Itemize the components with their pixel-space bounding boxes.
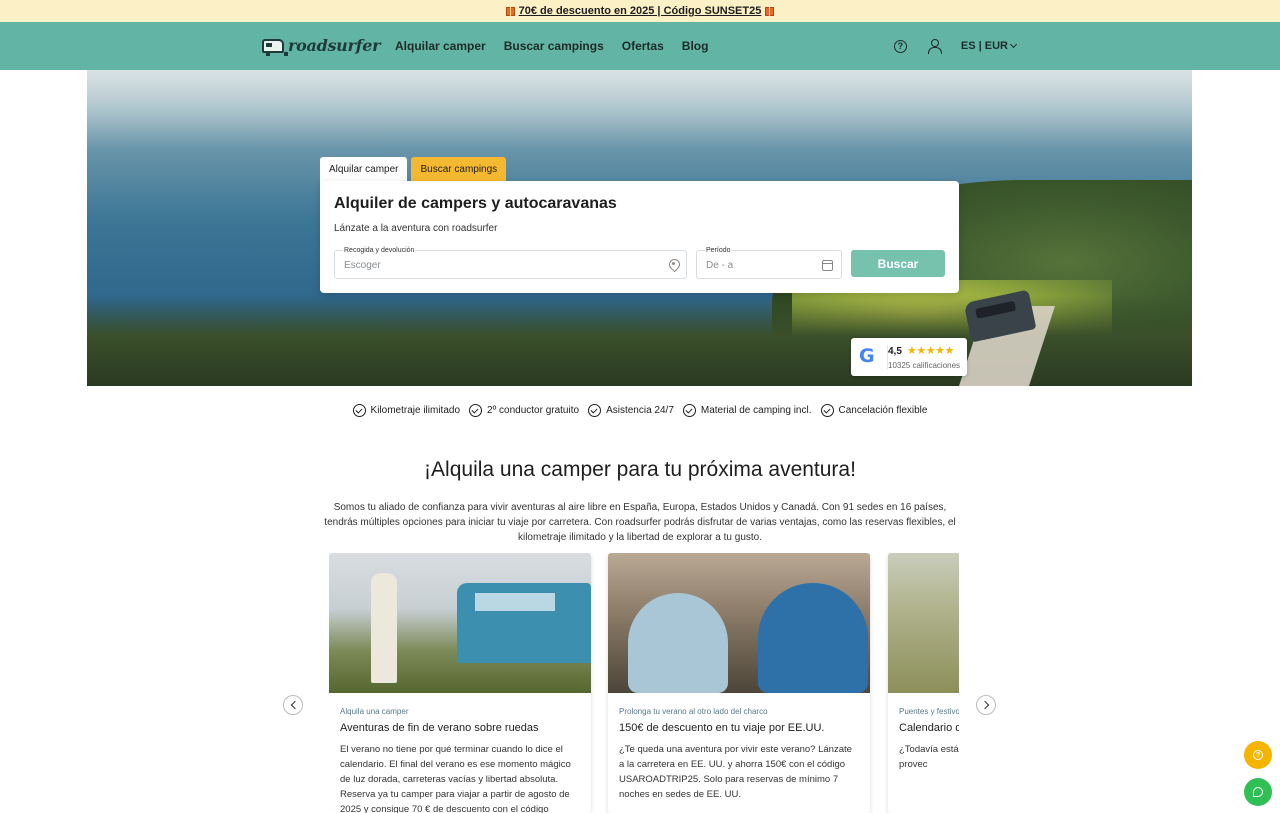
- tab-buscar-campings[interactable]: Buscar campings: [411, 157, 507, 181]
- offer-card[interactable]: Puentes y festivo Calendario de ¿Todavía…: [888, 553, 959, 813]
- pickup-label: Recogida y devolución: [343, 247, 416, 254]
- carousel-next-button[interactable]: [976, 695, 996, 715]
- search-subtitle: Lánzate a la aventura con roadsurfer: [334, 223, 498, 234]
- card-title: Calendario de: [899, 722, 959, 734]
- card-text: ¿Todavía estás ayuda de nuest España en …: [899, 744, 959, 770]
- check-circle-icon: [469, 404, 483, 417]
- help-chat-button[interactable]: ?: [1244, 741, 1272, 769]
- promo-bar: 70€ de descuento en 2025 | Código SUNSET…: [0, 0, 1280, 22]
- question-icon: ?: [1253, 750, 1263, 760]
- offer-card[interactable]: Prolonga tu verano al otro lado del char…: [608, 553, 870, 813]
- pickup-field[interactable]: Recogida y devolución Escoger: [334, 247, 687, 279]
- calendar-icon: [822, 260, 833, 271]
- promo-link[interactable]: 70€ de descuento en 2025 | Código SUNSET…: [519, 5, 762, 17]
- rating-stars: ★★★★★: [907, 345, 954, 357]
- whatsapp-icon: [1253, 787, 1263, 797]
- carousel-prev-button[interactable]: [283, 695, 303, 715]
- logo-wordmark: roadsurfer: [288, 36, 381, 55]
- pickup-placeholder: Escoger: [344, 260, 381, 271]
- chevron-down-icon: [1009, 40, 1018, 49]
- usp-item: Kilometraje ilimitado: [352, 404, 460, 417]
- main-nav: Alquilar camper Buscar campings Ofertas …: [395, 22, 708, 70]
- rating-score: 4,5: [888, 346, 902, 357]
- card-text: ¿Te queda una aventura por vivir este ve…: [619, 744, 852, 800]
- gift-icon: [765, 6, 775, 16]
- section-description: Somos tu aliado de confianza para vivir …: [324, 502, 956, 543]
- search-title: Alquiler de campers y autocaravanas: [334, 195, 617, 212]
- usp-item: Asistencia 24/7: [588, 404, 674, 417]
- card-title: Aventuras de fin de verano sobre ruedas: [340, 722, 539, 734]
- help-icon[interactable]: ?: [893, 39, 907, 53]
- language-currency-selector[interactable]: ES | EUR: [960, 40, 1018, 52]
- gift-icon: [505, 6, 515, 16]
- google-icon: G: [859, 345, 888, 369]
- check-circle-icon: [682, 404, 696, 417]
- card-image: [608, 553, 870, 693]
- card-text: El verano no tiene por qué terminar cuan…: [340, 744, 571, 813]
- period-label: Período: [705, 247, 732, 254]
- logo[interactable]: roadsurfer: [262, 36, 381, 56]
- usp-item: Material de camping incl.: [682, 404, 812, 417]
- offer-card[interactable]: Alquila una camper Aventuras de fin de v…: [329, 553, 591, 813]
- nav-blog[interactable]: Blog: [682, 39, 709, 53]
- tab-alquilar-camper[interactable]: Alquilar camper: [320, 157, 408, 181]
- google-rating-badge[interactable]: G 4,5 ★★★★★ 10325 calificaciones: [851, 338, 967, 376]
- card-image: [888, 553, 959, 693]
- nav-alquilar-camper[interactable]: Alquilar camper: [395, 39, 486, 53]
- search-widget: Alquiler de campers y autocaravanas Lánz…: [320, 181, 959, 293]
- card-tag: Alquila una camper: [340, 707, 409, 716]
- usp-bar: Kilometraje ilimitado 2º conductor gratu…: [0, 404, 1280, 417]
- rating-count: 10325 calificaciones: [888, 361, 961, 370]
- search-tabs: Alquilar camper Buscar campings: [320, 157, 507, 181]
- card-title: 150€ de descuento en tu viaje por EE.UU.: [619, 722, 825, 734]
- usp-item: 2º conductor gratuito: [469, 404, 579, 417]
- camper-van-icon: [262, 38, 288, 56]
- section-title: ¡Alquila una camper para tu próxima aven…: [424, 458, 856, 481]
- location-pin-icon: [669, 259, 678, 270]
- language-currency-label: ES | EUR: [960, 40, 1008, 52]
- card-tag: Puentes y festivo: [899, 707, 959, 716]
- user-icon[interactable]: [927, 39, 942, 54]
- whatsapp-button[interactable]: [1244, 778, 1272, 806]
- usp-item: Cancelación flexible: [820, 404, 927, 417]
- check-circle-icon: [588, 404, 602, 417]
- nav-buscar-campings[interactable]: Buscar campings: [504, 39, 604, 53]
- nav-ofertas[interactable]: Ofertas: [622, 39, 664, 53]
- search-button[interactable]: Buscar: [851, 250, 945, 277]
- card-tag: Prolonga tu verano al otro lado del char…: [619, 707, 768, 716]
- check-circle-icon: [820, 404, 834, 417]
- period-placeholder: De - a: [706, 260, 734, 271]
- period-field[interactable]: Período De - a: [696, 247, 842, 279]
- site-header: roadsurfer Alquilar camper Buscar campin…: [0, 22, 1280, 70]
- card-image: [329, 553, 591, 693]
- header-actions: ? ES | EUR: [893, 22, 1018, 70]
- check-circle-icon: [352, 404, 366, 417]
- offers-carousel: Alquila una camper Aventuras de fin de v…: [329, 553, 959, 813]
